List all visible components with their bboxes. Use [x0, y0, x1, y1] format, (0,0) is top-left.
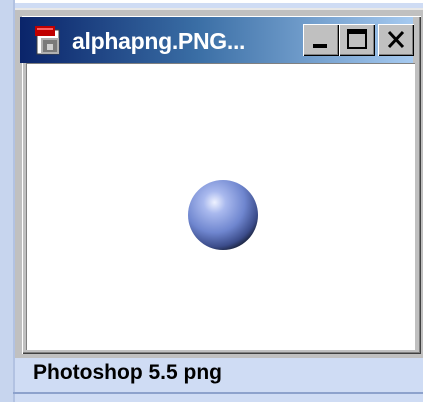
image-document-icon[interactable]	[33, 24, 67, 58]
close-button[interactable]	[378, 24, 414, 56]
maximize-button[interactable]	[339, 24, 375, 56]
image-caption: Photoshop 5.5 png	[33, 361, 222, 384]
maximize-icon	[347, 29, 367, 49]
panel-highlight	[15, 8, 423, 10]
left-border-strip	[0, 0, 13, 402]
minimize-icon	[313, 44, 327, 48]
window-title: alphapng.PNG...	[72, 28, 246, 54]
frame-top-line	[0, 0, 423, 3]
minimize-button[interactable]	[303, 24, 339, 56]
close-icon	[387, 30, 405, 49]
bottom-border-line	[13, 392, 423, 394]
blue-sphere-image	[185, 177, 261, 253]
